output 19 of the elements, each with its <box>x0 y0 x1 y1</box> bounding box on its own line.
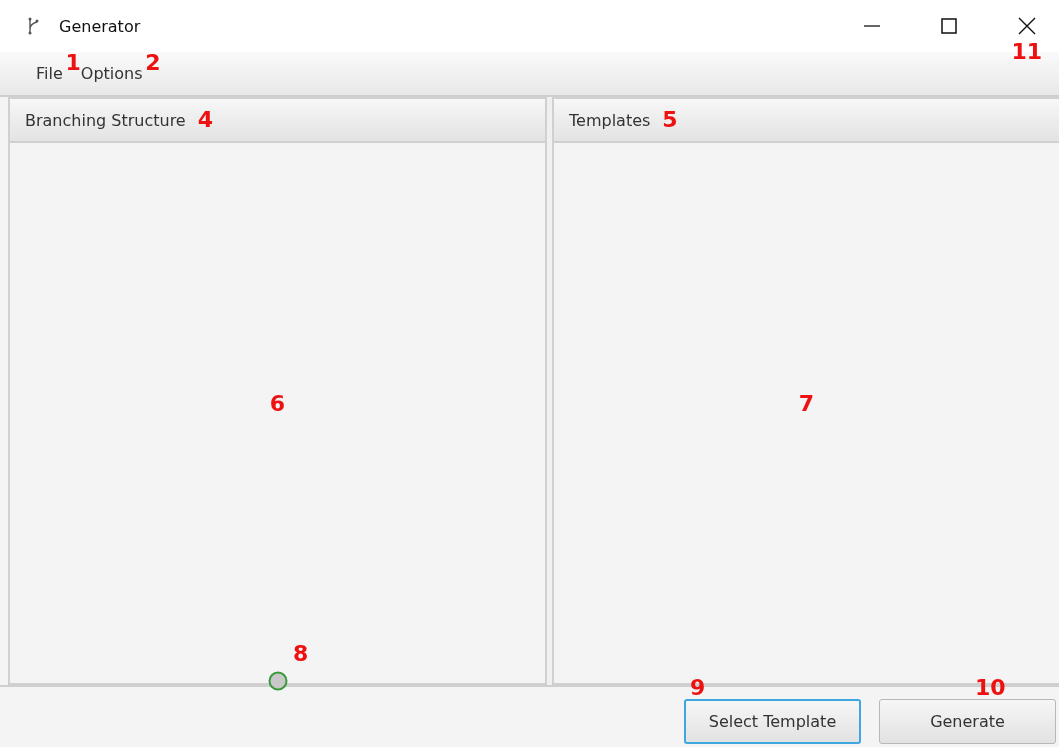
panel-title: Templates <box>569 110 651 130</box>
panel-title: Branching Structure <box>25 110 186 130</box>
action-button[interactable]: Select Template <box>684 699 861 744</box>
branch-icon <box>27 17 41 35</box>
annotation-number: 5 <box>662 109 678 131</box>
annotation-number: 11 <box>1011 41 1042 63</box>
window-title: Generator <box>59 16 141 36</box>
maximize-icon[interactable] <box>941 18 957 34</box>
annotation-number: 9 <box>690 677 706 699</box>
annotation-number: 6 <box>269 393 286 415</box>
annotation-number: 4 <box>197 109 213 131</box>
annotation-number: 10 <box>975 677 1006 699</box>
node-handle[interactable] <box>268 671 288 691</box>
annotation-number: 8 <box>293 643 309 665</box>
annotation-number: 7 <box>798 393 815 415</box>
annotation-number: 2 <box>145 52 161 74</box>
action-button[interactable]: Generate <box>879 699 1056 744</box>
annotation-number: 1 <box>65 52 81 74</box>
close-icon[interactable] <box>1018 17 1036 35</box>
